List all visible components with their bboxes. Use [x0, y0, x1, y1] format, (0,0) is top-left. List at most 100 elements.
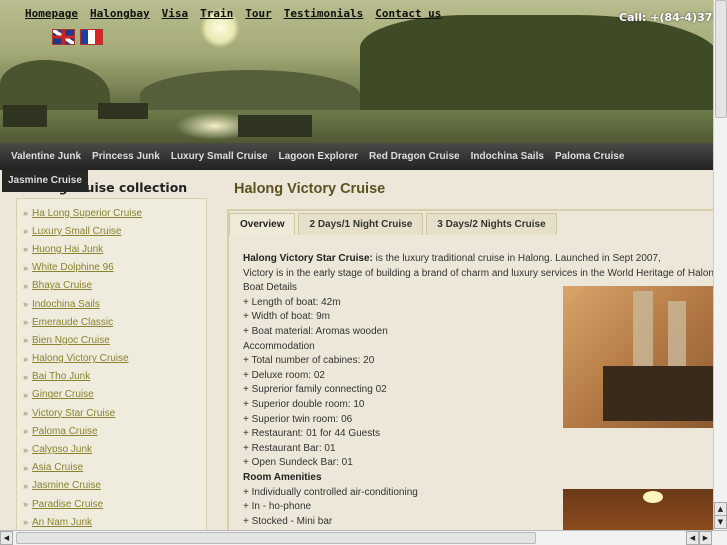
chevron-right-icon: »: [23, 426, 29, 437]
sidebar: » Ha Long Superior Cruise» Luxury Small Cr…: [16, 198, 207, 538]
sidebar-item[interactable]: » Bien Ngoc Cruise: [23, 331, 206, 349]
nav-tour[interactable]: Tour: [245, 7, 272, 20]
chevron-right-icon: »: [23, 280, 29, 291]
chevron-right-icon: »: [23, 226, 29, 237]
scroll-left-button[interactable]: ◀: [0, 531, 13, 545]
chevron-right-icon: »: [23, 499, 29, 510]
vertical-scrollbar[interactable]: ▲ ▼: [713, 0, 727, 530]
main-nav-valentine-junk[interactable]: Valentine Junk: [11, 151, 81, 162]
horizontal-scrollbar[interactable]: ◀ ◀ ▶: [0, 530, 727, 545]
scroll-up-button[interactable]: ▲: [714, 502, 727, 516]
intro-bold: Halong Victory Star Cruise:: [243, 253, 373, 264]
horizontal-scroll-thumb[interactable]: [16, 532, 536, 544]
tab-overview[interactable]: Overview: [229, 213, 296, 235]
tab-2-days-1-night[interactable]: 2 Days/1 Night Cruise: [298, 213, 424, 235]
sidebar-list: » Ha Long Superior Cruise» Luxury Small Cr…: [17, 199, 206, 531]
sail-decoration: [668, 301, 686, 371]
main-nav-indochina-sails[interactable]: Indochina Sails: [471, 151, 544, 162]
sidebar-item[interactable]: » Asia Cruise: [23, 459, 206, 477]
chevron-right-icon: »: [23, 299, 29, 310]
boat-photo: [563, 286, 713, 428]
header-banner: Homepage Halongbay Visa Train Tour Testi…: [0, 0, 713, 143]
chevron-right-icon: »: [23, 262, 29, 273]
scroll-down-button[interactable]: ▼: [714, 515, 727, 529]
main-nav: Valentine Junk Princess Junk Luxury Smal…: [0, 143, 713, 170]
call-phone: Call: +(84-4)3747: [619, 11, 713, 24]
main-nav-luxury-small-cruise[interactable]: Luxury Small Cruise: [171, 151, 268, 162]
sidebar-item[interactable]: » Halong Victory Cruise: [23, 350, 206, 368]
detail-line: + Open Sundeck Bar: 01: [243, 457, 353, 469]
sidebar-item[interactable]: » Ha Long Superior Cruise: [23, 204, 206, 222]
chevron-right-icon: »: [23, 462, 29, 473]
main-nav-jasmine-cruise[interactable]: Jasmine Cruise: [2, 170, 88, 192]
detail-line: + Restaurant: 01 for 44 Guests: [243, 428, 381, 440]
sidebar-item-link[interactable]: Calypso Junk: [32, 444, 92, 455]
vertical-scroll-thumb[interactable]: [715, 0, 727, 118]
sidebar-item[interactable]: » Luxury Small Cruise: [23, 222, 206, 240]
boat-decoration: [98, 103, 148, 119]
sidebar-item-link[interactable]: Victory Star Cruise: [32, 408, 115, 419]
uk-flag-icon[interactable]: [52, 29, 75, 45]
sidebar-item[interactable]: » An Nam Junk: [23, 513, 206, 531]
france-flag-icon[interactable]: [80, 29, 103, 45]
main-nav-princess-junk[interactable]: Princess Junk: [92, 151, 160, 162]
chevron-right-icon: »: [23, 408, 29, 419]
lamp-decoration: [643, 491, 663, 503]
nav-halongbay[interactable]: Halongbay: [90, 7, 150, 20]
boat-decoration: [3, 105, 47, 127]
sidebar-item-link[interactable]: Luxury Small Cruise: [32, 226, 121, 237]
chevron-right-icon: »: [23, 244, 29, 255]
sidebar-item-link[interactable]: Huong Hai Junk: [32, 244, 103, 255]
sidebar-item[interactable]: » White Dolphine 96: [23, 259, 206, 277]
sail-decoration: [633, 291, 653, 371]
sidebar-item[interactable]: » Bhaya Cruise: [23, 277, 206, 295]
sidebar-item-link[interactable]: Emeraude Classic: [32, 317, 113, 328]
intro-text: is the luxury traditional cruise in Halo…: [372, 253, 661, 264]
sidebar-item-link[interactable]: Bhaya Cruise: [32, 280, 92, 291]
sidebar-item[interactable]: » Paloma Cruise: [23, 422, 206, 440]
sidebar-item[interactable]: » Calypso Junk: [23, 440, 206, 458]
chevron-right-icon: »: [23, 444, 29, 455]
sidebar-item-link[interactable]: Bien Ngoc Cruise: [32, 335, 110, 346]
main-nav-lagoon-explorer[interactable]: Lagoon Explorer: [279, 151, 358, 162]
sidebar-item-link[interactable]: Bai Tho Junk: [32, 371, 90, 382]
boat-decoration: [238, 115, 312, 137]
intro-line: Halong Victory Star Cruise: is the luxur…: [243, 252, 713, 267]
scroll-left-button-right[interactable]: ◀: [686, 531, 699, 545]
sidebar-item[interactable]: » Ginger Cruise: [23, 386, 206, 404]
sidebar-item-link[interactable]: Paradise Cruise: [32, 499, 103, 510]
nav-contact-us[interactable]: Contact us: [375, 7, 441, 20]
chevron-right-icon: »: [23, 317, 29, 328]
sidebar-item[interactable]: » Jasmine Cruise: [23, 477, 206, 495]
chevron-right-icon: »: [23, 389, 29, 400]
sidebar-item-link[interactable]: Halong Victory Cruise: [32, 353, 129, 364]
sidebar-item-link[interactable]: Indochina Sails: [32, 299, 100, 310]
amenities-title: Room Amenities: [243, 471, 322, 483]
nav-homepage[interactable]: Homepage: [25, 7, 78, 20]
detail-line: + Restaurant Bar: 01: [243, 442, 336, 454]
sidebar-item-link[interactable]: White Dolphine 96: [32, 262, 114, 273]
sidebar-item[interactable]: » Emeraude Classic: [23, 313, 206, 331]
sidebar-item-link[interactable]: Ha Long Superior Cruise: [32, 208, 142, 219]
page-title: Halong Victory Cruise: [234, 181, 386, 197]
tab-3-days-2-nights[interactable]: 3 Days/2 Nights Cruise: [426, 213, 557, 235]
scroll-right-button[interactable]: ▶: [699, 531, 712, 545]
main-nav-paloma-cruise[interactable]: Paloma Cruise: [555, 151, 624, 162]
sidebar-item-link[interactable]: Ginger Cruise: [32, 389, 94, 400]
main-nav-red-dragon-cruise[interactable]: Red Dragon Cruise: [369, 151, 460, 162]
sidebar-item-link[interactable]: Jasmine Cruise: [32, 480, 101, 491]
chevron-right-icon: »: [23, 480, 29, 491]
sidebar-item[interactable]: » Huong Hai Junk: [23, 240, 206, 258]
sidebar-item[interactable]: » Paradise Cruise: [23, 495, 206, 513]
sidebar-item[interactable]: » Indochina Sails: [23, 295, 206, 313]
nav-visa[interactable]: Visa: [162, 7, 189, 20]
sidebar-item[interactable]: » Victory Star Cruise: [23, 404, 206, 422]
sidebar-item-link[interactable]: An Nam Junk: [32, 517, 92, 528]
tabs: Overview 2 Days/1 Night Cruise 3 Days/2 …: [229, 213, 557, 235]
nav-train[interactable]: Train: [200, 7, 233, 20]
nav-testimonials[interactable]: Testimonials: [284, 7, 363, 20]
sidebar-item-link[interactable]: Asia Cruise: [32, 462, 83, 473]
sidebar-item[interactable]: » Bai Tho Junk: [23, 368, 206, 386]
sidebar-item-link[interactable]: Paloma Cruise: [32, 426, 98, 437]
hull-decoration: [603, 366, 713, 421]
